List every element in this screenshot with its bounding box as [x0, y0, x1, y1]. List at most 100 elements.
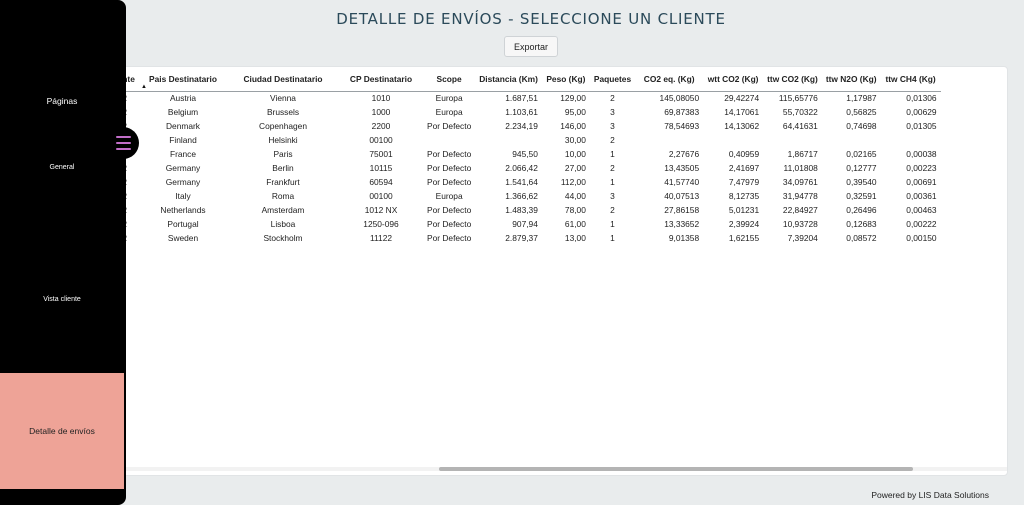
sidebar-header-pages: Páginas — [46, 96, 78, 106]
table-row[interactable]: 002DenmarkCopenhagen2200Por Defecto2.234… — [109, 119, 941, 133]
table-cell: Frankfurt — [266, 177, 300, 187]
column-header[interactable]: Paquetes — [589, 71, 636, 92]
sidebar-item-vista-cliente[interactable]: Vista cliente — [0, 296, 124, 303]
table-row[interactable]: 002ItalyRoma00100Europa1.366,6244,00340,… — [109, 189, 941, 203]
table-row[interactable]: 2FranceParis75001Por Defecto945,5010,001… — [109, 147, 941, 161]
column-header[interactable]: Pais Destinatario ▲ — [139, 71, 227, 92]
table-cell: 1 — [610, 219, 615, 229]
table-cell: 1010 — [371, 93, 391, 104]
table-cell: 0,00222 — [906, 219, 937, 229]
hamburger-menu-icon[interactable] — [107, 127, 139, 159]
table-cell: 95,00 — [564, 107, 586, 117]
table-cell: 7,47979 — [728, 177, 760, 187]
table-cell: Roma — [271, 191, 295, 201]
table-row[interactable]: 002GermanyFrankfurt60594Por Defecto1.541… — [109, 175, 941, 189]
table-cell: Europa — [435, 107, 463, 117]
powered-by-footer: Powered by LIS Data Solutions — [871, 490, 989, 500]
table-cell: 2,41697 — [728, 163, 760, 173]
table-cell: 0,01306 — [906, 93, 937, 104]
table-cell: 1,86717 — [787, 149, 818, 159]
table-cell: 40,07513 — [664, 191, 700, 201]
table-cell: Europa — [435, 93, 463, 104]
column-header[interactable]: ttw N2O (Kg) — [821, 71, 881, 92]
table-cell: 2 — [610, 93, 615, 104]
table-cell: Paris — [273, 149, 293, 159]
column-header[interactable]: Ciudad Destinatario — [227, 71, 339, 92]
table-cell — [703, 133, 763, 147]
table-cell: 78,54693 — [664, 121, 700, 131]
table-cell: 146,00 — [560, 121, 586, 131]
column-header[interactable]: Scope — [423, 71, 476, 92]
export-button[interactable]: Exportar — [504, 36, 558, 57]
table-cell: Lisboa — [270, 219, 296, 229]
sidebar-item-detalle-envios[interactable]: Detalle de envíos — [0, 373, 124, 489]
table-cell: 41,57740 — [664, 177, 700, 187]
sort-ascending-icon: ▲ — [141, 83, 147, 90]
table-cell: Brussels — [266, 107, 300, 117]
table-cell: Berlin — [272, 163, 294, 173]
table-row[interactable]: 002AustriaVienna1010Europa1.687,51129,00… — [109, 91, 941, 105]
table-row[interactable]: Finland Helsinki 00100 30,00 2 — [109, 133, 941, 147]
table-cell: 907,94 — [512, 219, 538, 229]
table-cell: 69,87383 — [664, 107, 700, 117]
table-cell: 10,93728 — [782, 219, 818, 229]
table-cell: 2 — [610, 163, 615, 173]
table-cell: 14,13062 — [724, 121, 760, 131]
table-cell — [763, 133, 822, 147]
table-cell: 145,08050 — [659, 93, 700, 104]
table-cell: Germany — [165, 163, 201, 173]
table-cell: France — [169, 149, 197, 159]
column-header[interactable]: ttw CO2 (Kg) — [763, 71, 822, 92]
table-cell: 5,01231 — [728, 205, 760, 215]
table-cell: 0,56825 — [846, 107, 877, 117]
column-header[interactable]: Peso (Kg) — [541, 71, 590, 92]
table-cell: 60594 — [369, 177, 393, 187]
table-cell: 0,00691 — [906, 177, 937, 187]
table-cell: 9,01358 — [668, 233, 700, 243]
table-cell: 61,00 — [564, 219, 586, 229]
table-row[interactable]: 002GermanyBerlin10115Por Defecto2.066,42… — [109, 161, 941, 175]
table-cell: 64,41631 — [782, 121, 818, 131]
table-row[interactable]: 002PortugalLisboa1250-096Por Defecto907,… — [109, 217, 941, 231]
table-cell: Germany — [165, 177, 201, 187]
table-cell: 55,70322 — [782, 107, 818, 117]
table-cell: Por Defecto — [427, 149, 472, 159]
column-header[interactable]: CO2 eq. (Kg) — [635, 71, 704, 92]
table-row[interactable]: 002BelgiumBrussels1000Europa1.103,6195,0… — [109, 105, 941, 119]
table-cell: 2,27676 — [668, 149, 700, 159]
table-cell: 44,00 — [564, 191, 586, 201]
table-cell: 1 — [610, 177, 615, 187]
table-cell: 2.879,37 — [505, 233, 538, 243]
column-header[interactable]: ttw CH4 (Kg) — [880, 71, 941, 92]
table-cell: Helsinki — [268, 135, 298, 145]
table-cell: 30,00 — [564, 135, 586, 145]
table-cell: 27,86158 — [664, 205, 700, 215]
horizontal-scrollbar[interactable] — [109, 467, 1007, 471]
table-cell — [635, 133, 703, 147]
table-row[interactable]: 002NetherlandsAmsterdam1012 NXPor Defect… — [109, 203, 941, 217]
column-header[interactable]: wtt CO2 (Kg) — [703, 71, 764, 92]
table-cell: 00100 — [369, 191, 393, 201]
table-cell: Stockholm — [263, 233, 303, 243]
table-cell: 31,94778 — [782, 191, 818, 201]
table-cell: 1 — [610, 149, 615, 159]
table-cell: 0,12777 — [846, 163, 877, 173]
table-cell: Netherlands — [160, 205, 206, 215]
table-cell: 13,43505 — [664, 163, 700, 173]
table-cell: 1250-096 — [363, 219, 399, 229]
sidebar: Páginas General Vista cliente Detalle de… — [0, 0, 139, 505]
table-cell: 10,00 — [564, 149, 586, 159]
table-cell: 29,42274 — [724, 93, 760, 104]
table-row[interactable]: 002SwedenStockholm11122Por Defecto2.879,… — [109, 231, 941, 245]
scrollbar-thumb[interactable] — [439, 467, 913, 471]
table-cell: 2 — [610, 205, 615, 215]
table-cell — [475, 133, 542, 147]
column-header[interactable]: Distancia (Km) — [475, 71, 542, 92]
table-cell: Por Defecto — [427, 219, 472, 229]
table-cell: 75001 — [369, 149, 393, 159]
table-cell: 34,09761 — [782, 177, 818, 187]
table-cell: Copenhagen — [259, 121, 307, 131]
sidebar-item-general[interactable]: General — [0, 164, 124, 171]
table-cell: Por Defecto — [427, 163, 472, 173]
column-header[interactable]: CP Destinatario — [339, 71, 423, 92]
